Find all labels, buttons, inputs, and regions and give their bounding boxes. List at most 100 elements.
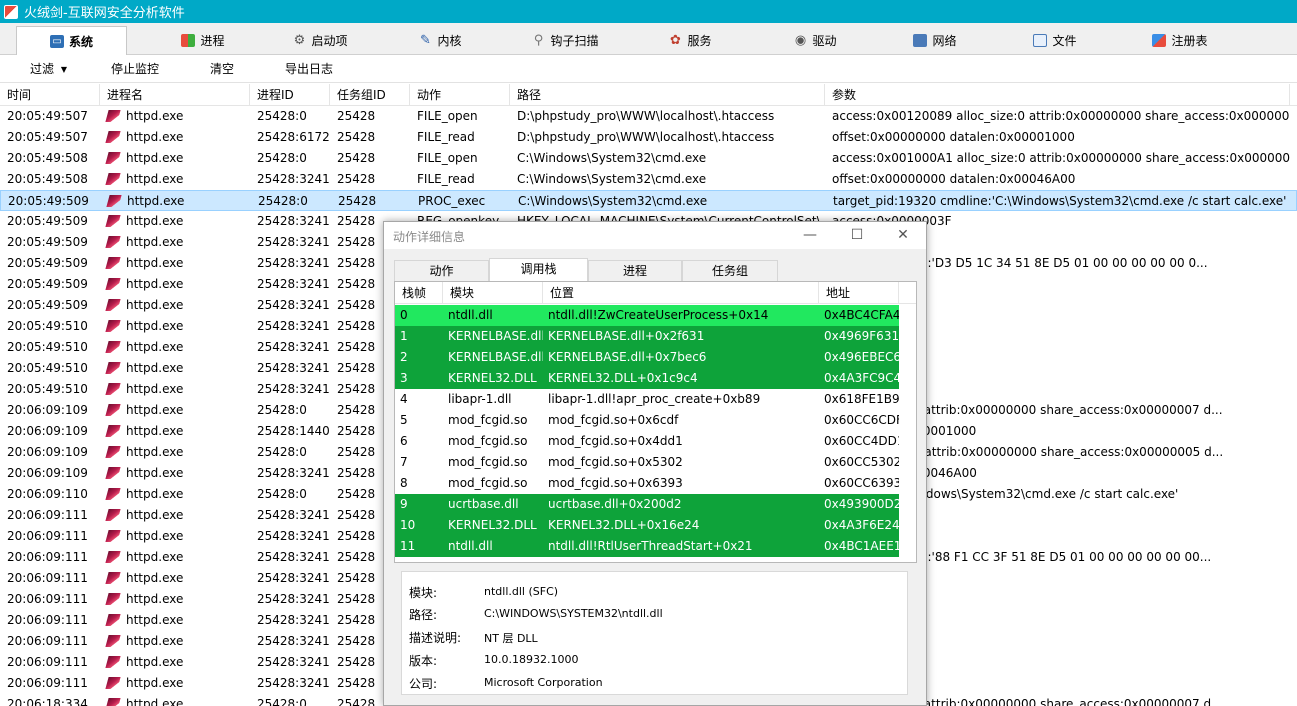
frame-cell: 9 (400, 497, 408, 511)
call-stack-row[interactable]: 7 mod_fcgid.so mod_fcgid.so+0x5302 0x60CC53… (395, 452, 899, 473)
cell-text: 20:05:49:509 (7, 214, 88, 228)
process-name-cell: httpd.exe (100, 274, 250, 295)
tab-label: 系统 (68, 34, 93, 49)
tab-drivers[interactable]: ◉ 驱动 (765, 26, 865, 55)
process-name-cell: httpd.exe (100, 673, 250, 694)
time-cell: 20:06:09:111 (0, 610, 100, 631)
call-stack-row[interactable]: 5 mod_fcgid.so mod_fcgid.so+0x6cdf 0x60CC6C… (395, 410, 899, 431)
column-header-process-id[interactable]: 进程ID (250, 84, 330, 106)
dialog-tab-action[interactable]: 动作 (394, 260, 489, 281)
time-cell: 20:06:09:111 (0, 673, 100, 694)
cell-text: 20:05:49:509 (7, 235, 88, 249)
cell-text: httpd.exe (127, 194, 185, 208)
call-stack-row[interactable]: 9 ucrtbase.dll ucrtbase.dll+0x200d2 0x49390… (395, 494, 899, 515)
tab-hook-scan[interactable]: ⚲ 钩子扫描 (515, 26, 615, 55)
tab-network[interactable]: 网络 (885, 26, 985, 55)
column-header-module[interactable]: 模块 (443, 282, 543, 304)
column-header-frame[interactable]: 栈帧 (395, 282, 443, 304)
process-id-cell: 25428:32416 (250, 652, 330, 673)
cell-text: 20:06:09:111 (7, 655, 88, 669)
column-header-path[interactable]: 路径 (510, 84, 825, 106)
call-stack-row[interactable]: 6 mod_fcgid.so mod_fcgid.so+0x4dd1 0x60CC4D… (395, 431, 899, 452)
address-cell: 0x60CC6393 (824, 476, 899, 490)
table-row[interactable]: 20:05:49:508 httpd.exe 25428:0 25428 FILE_op… (0, 148, 1297, 169)
call-stack-row[interactable]: 4 libapr-1.dll libapr-1.dll!apr_proc_creat… (395, 389, 899, 410)
tab-label: 钩子扫描 (550, 34, 599, 48)
apache-feather-icon (105, 656, 121, 668)
call-stack-row[interactable]: 11 ntdll.dll ntdll.dll!RtlUserThreadStart+… (395, 536, 899, 557)
close-button[interactable]: ✕ (891, 226, 915, 244)
process-name-cell: httpd.exe (100, 358, 250, 379)
table-row[interactable]: 20:05:49:508 httpd.exe 25428:32416 25428 FIL… (0, 169, 1297, 190)
address-cell: 0x4969F631 (824, 329, 899, 343)
cell-text: 25428 (337, 130, 376, 144)
column-header-process-name[interactable]: 进程名 (100, 84, 250, 106)
path-label: 路径: (409, 608, 438, 622)
table-row[interactable]: 20:05:49:509 httpd.exe 25428:0 25428 PROC_ex… (0, 190, 1297, 211)
cell-text: 25428:32416 (257, 613, 330, 627)
column-header-location[interactable]: 位置 (543, 282, 819, 304)
column-header-params[interactable]: 参数 (825, 84, 1290, 106)
clear-button[interactable]: 清空 (210, 56, 234, 83)
stop-monitor-button[interactable]: 停止监控 (111, 56, 159, 83)
apache-feather-icon (105, 383, 121, 395)
tab-files[interactable]: 文件 (1005, 26, 1105, 55)
cell-text: httpd.exe (126, 361, 184, 375)
column-header-task-group-id[interactable]: 任务组ID (330, 84, 410, 106)
export-log-button[interactable]: 导出日志 (285, 56, 333, 83)
apache-feather-icon (105, 551, 121, 563)
cell-text: 25428 (337, 235, 376, 249)
table-row[interactable]: 20:05:49:507 httpd.exe 25428:0 25428 FILE_op… (0, 106, 1297, 127)
apache-feather-icon (105, 446, 121, 458)
cell-text: 20:05:49:509 (7, 298, 88, 312)
minimize-button[interactable]: — (798, 226, 822, 244)
tab-services[interactable]: ✿ 服务 (640, 26, 740, 55)
column-header-action[interactable]: 动作 (410, 84, 510, 106)
dialog-tab-process[interactable]: 进程 (588, 260, 682, 281)
time-cell: 20:05:49:510 (0, 379, 100, 400)
tab-process[interactable]: 进程 (153, 26, 253, 55)
call-stack-row[interactable]: 3 KERNEL32.DLL KERNEL32.DLL+0x1c9c4 0x4A3FC… (395, 368, 899, 389)
cell-text: 20:06:09:111 (7, 529, 88, 543)
cell-text: 20:05:49:510 (7, 319, 88, 333)
column-header-time[interactable]: 时间 (0, 84, 100, 106)
apache-feather-icon (106, 195, 122, 207)
tab-system[interactable]: ▭ 系统 (16, 26, 127, 55)
call-stack-row[interactable]: 8 mod_fcgid.so mod_fcgid.so+0x6393 0x60CC63… (395, 473, 899, 494)
process-name-cell: httpd.exe (100, 316, 250, 337)
time-cell: 20:06:09:111 (0, 505, 100, 526)
dialog-title-bar[interactable]: 动作详细信息 — ☐ ✕ (384, 222, 926, 249)
call-stack-row[interactable]: 1 KERNELBASE.dll KERNELBASE.dll+0x2f631 0x4… (395, 326, 899, 347)
tab-kernel[interactable]: ✎ 内核 (390, 26, 490, 55)
cell-text: 25428 (337, 361, 376, 375)
time-cell: 20:05:49:509 (1, 191, 101, 212)
dialog-tab-task-group[interactable]: 任务组 (682, 260, 778, 281)
cell-text: 20:06:09:109 (7, 466, 88, 480)
process-id-cell: 25428:32416 (250, 169, 330, 190)
call-stack-row[interactable]: 2 KERNELBASE.dll KERNELBASE.dll+0x7bec6 0x4… (395, 347, 899, 368)
apache-feather-icon (105, 320, 121, 332)
time-cell: 20:06:09:109 (0, 442, 100, 463)
apache-feather-icon (105, 572, 121, 584)
tab-registry[interactable]: 注册表 (1125, 26, 1235, 55)
filter-button[interactable]: 过滤 ▼ (30, 56, 67, 83)
cell-text: httpd.exe (126, 298, 184, 312)
cell-text: 20:06:09:109 (7, 403, 88, 417)
call-stack-row[interactable]: 10 KERNEL32.DLL KERNEL32.DLL+0x16e24 0x4A3F… (395, 515, 899, 536)
description-value: NT 层 DLL (484, 632, 538, 645)
time-cell: 20:06:09:111 (0, 568, 100, 589)
tab-label: 网络 (932, 34, 957, 48)
tab-startup[interactable]: ⚙ 启动项 (270, 26, 370, 55)
driver-icon: ◉ (794, 33, 807, 48)
call-stack-row[interactable]: 0 ntdll.dll ntdll.dll!ZwCreateUserProcess+… (395, 305, 899, 326)
frame-cell: 6 (400, 434, 408, 448)
dialog-tab-call-stack[interactable]: 调用栈 (489, 258, 588, 281)
maximize-button[interactable]: ☐ (845, 226, 869, 244)
table-row[interactable]: 20:05:49:507 httpd.exe 25428:6172 25428 FILE… (0, 127, 1297, 148)
column-header-address[interactable]: 地址 (819, 282, 899, 304)
location-cell: mod_fcgid.so+0x4dd1 (548, 434, 683, 448)
cell-text: httpd.exe (126, 571, 184, 585)
cell-text: FILE_open (417, 151, 478, 165)
frame-cell: 7 (400, 455, 408, 469)
cell-text: 25428:0 (257, 445, 307, 459)
